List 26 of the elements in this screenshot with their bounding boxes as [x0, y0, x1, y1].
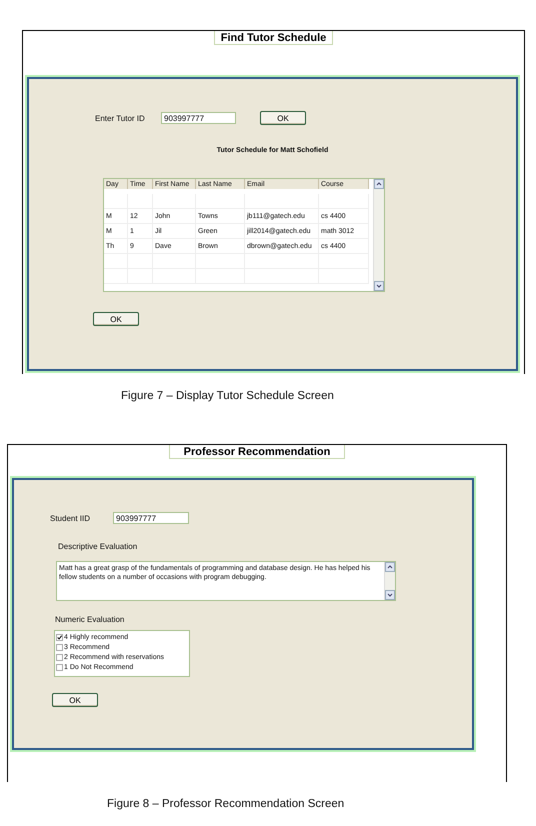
- window-title: Professor Recommendation: [169, 445, 345, 459]
- empty-table-cell: [104, 269, 128, 284]
- scroll-up-icon[interactable]: [374, 179, 384, 189]
- scrollbar[interactable]: [384, 562, 395, 600]
- checkbox[interactable]: [56, 634, 63, 641]
- empty-table-cell: [104, 194, 128, 209]
- figure-caption: Figure 8 – Professor Recommendation Screen: [107, 798, 346, 810]
- evaluation-label: Descriptive Evaluation: [58, 542, 138, 551]
- checkbox[interactable]: [56, 644, 63, 651]
- window-title: Find Tutor Schedule: [214, 31, 334, 45]
- scroll-down-icon[interactable]: [374, 281, 384, 291]
- scrollbar[interactable]: [373, 179, 384, 291]
- scroll-up-icon[interactable]: [385, 562, 395, 572]
- tutor-id-field[interactable]: 903997777: [161, 112, 236, 124]
- ok-button[interactable]: OK: [93, 312, 139, 326]
- figure-caption: Figure 7 – Display Tutor Schedule Screen: [121, 390, 335, 402]
- checkbox[interactable]: [56, 654, 63, 661]
- student-id-field[interactable]: 903997777: [113, 512, 189, 524]
- empty-table-cell: [104, 254, 128, 269]
- numeric-evaluation-label: Numeric Evaluation: [55, 615, 124, 624]
- student-id-label: Student IID: [50, 514, 92, 522]
- scroll-down-icon[interactable]: [385, 590, 395, 600]
- ok-button[interactable]: OK: [52, 693, 98, 707]
- ok-button[interactable]: OK: [260, 111, 306, 125]
- checkbox[interactable]: [56, 664, 63, 671]
- tutor-id-label: Enter Tutor ID: [95, 114, 146, 122]
